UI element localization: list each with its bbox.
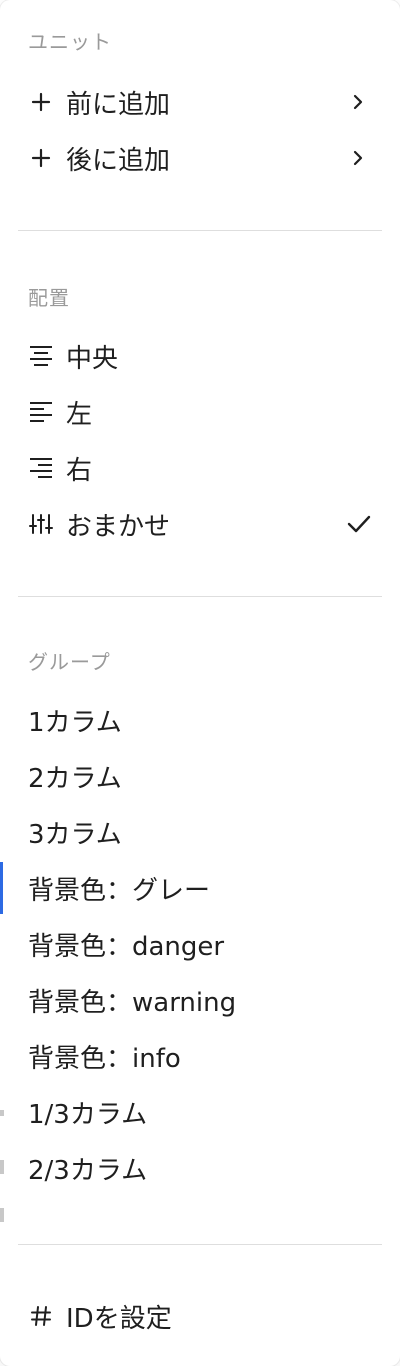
checkmark-icon [346,513,372,535]
menu-item-label: 前に追加 [66,89,171,120]
menu-item-group-bg-warning[interactable]: 背景色：warning [0,974,400,1026]
chevron-right-icon [352,148,364,168]
plus-icon [28,145,54,171]
menu-item-group-bg-gray[interactable]: 背景色：グレー [0,862,400,914]
menu-item-group-two-thirds[interactable]: 2/3カラム [0,1142,400,1194]
align-right-icon [28,455,54,481]
menu-item-align-auto[interactable]: おまかせ [0,498,400,550]
menu-item-label: 右 [66,455,93,486]
divider [18,596,382,597]
menu-item-group-1col[interactable]: 1カラム [0,694,400,746]
background-edge-mark [0,1160,4,1174]
sliders-icon [28,511,54,537]
menu-item-label: 3カラム [28,819,122,850]
menu-item-label: 2カラム [28,763,122,794]
chevron-right-icon [352,92,364,112]
menu-item-add-after[interactable]: 後に追加 [0,132,400,184]
menu-item-align-center[interactable]: 中央 [0,330,400,382]
menu-item-group-one-third[interactable]: 1/3カラム [0,1086,400,1138]
selection-indicator [0,862,3,914]
menu-item-label: 左 [66,399,93,430]
background-edge-mark [0,1110,4,1116]
context-menu: ユニット 前に追加 後に追加 配置 中央 左 右 おまかせ グループ 1カラム … [0,0,400,1366]
menu-item-add-before[interactable]: 前に追加 [0,76,400,128]
section-title-group: グループ [28,650,111,674]
menu-item-label: 中央 [66,343,119,374]
menu-item-label: 2/3カラム [28,1155,148,1186]
section-title-unit: ユニット [28,30,112,54]
divider [18,230,382,231]
section-title-align: 配置 [28,286,70,310]
menu-item-label: 背景色：warning [28,987,237,1018]
menu-item-group-2col[interactable]: 2カラム [0,750,400,802]
menu-item-label: 背景色：グレー [28,875,211,906]
align-left-icon [28,399,54,425]
menu-item-align-right[interactable]: 右 [0,442,400,494]
menu-item-label: 背景色：info [28,1043,181,1074]
divider [18,1244,382,1245]
menu-item-group-3col[interactable]: 3カラム [0,806,400,858]
hash-icon [28,1303,54,1329]
menu-item-label: 背景色：danger [28,931,225,962]
menu-item-label: おまかせ [66,511,171,542]
menu-item-label: IDを設定 [66,1303,172,1334]
menu-item-label: 1/3カラム [28,1099,148,1130]
plus-icon [28,89,54,115]
menu-item-group-bg-danger[interactable]: 背景色：danger [0,918,400,970]
menu-item-group-bg-info[interactable]: 背景色：info [0,1030,400,1082]
menu-item-label: 1カラム [28,707,122,738]
menu-item-set-id[interactable]: IDを設定 [0,1290,400,1342]
background-edge-mark [0,1208,4,1222]
menu-item-align-left[interactable]: 左 [0,386,400,438]
menu-item-label: 後に追加 [66,145,171,176]
align-center-icon [28,343,54,369]
